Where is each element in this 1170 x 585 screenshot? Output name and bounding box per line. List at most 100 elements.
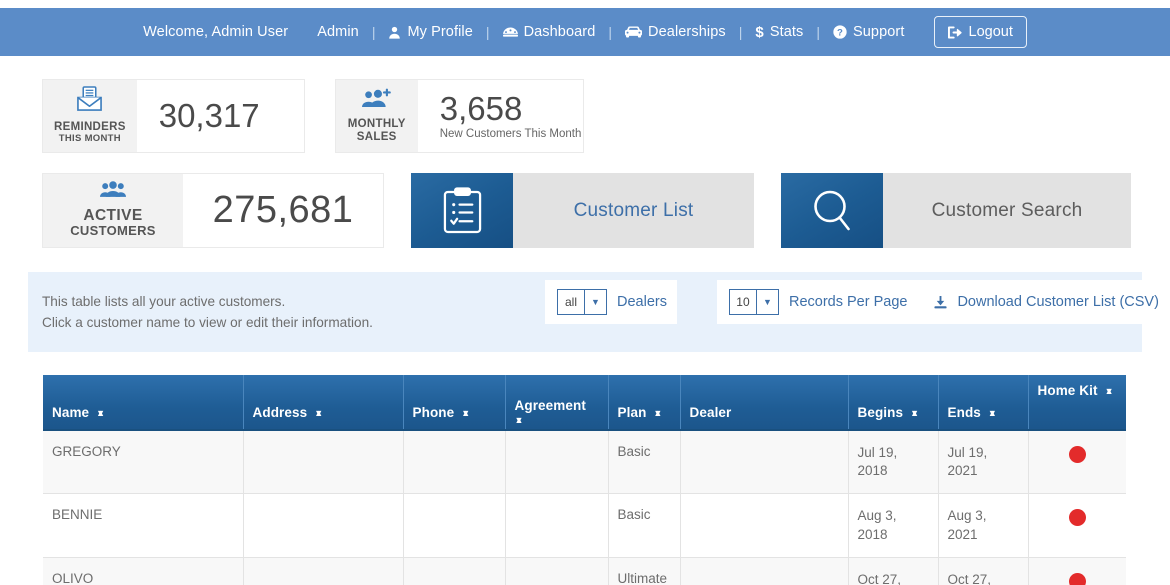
nav-separator: | bbox=[372, 24, 376, 40]
chevron-down-icon: ▼ bbox=[756, 290, 778, 314]
column-label-name: Name bbox=[52, 405, 89, 420]
users-icon bbox=[100, 181, 126, 203]
stat-value-active-box: 275,681 bbox=[183, 174, 383, 247]
begins-date-line1: Oct 27, bbox=[858, 572, 902, 585]
column-label-home-kit: Home Kit bbox=[1038, 383, 1098, 398]
customer-table-wrapper: Name▲▼ Address▲▼ Phone▲▼ Agreement▲▼ Pla… bbox=[43, 375, 1126, 585]
question-circle-icon: ? bbox=[833, 25, 847, 39]
stat-value-sales-box: 3,658 New Customers This Month bbox=[418, 80, 583, 152]
nav-link-admin[interactable]: Admin bbox=[304, 24, 372, 40]
cell-dealer bbox=[680, 557, 848, 585]
cell-begins: Aug 3,2018 bbox=[848, 494, 938, 557]
info-line-2: Click a customer name to view or edit th… bbox=[42, 312, 373, 333]
dollar-icon: $ bbox=[755, 25, 763, 40]
customer-list-button[interactable]: Customer List bbox=[411, 173, 754, 248]
column-label-plan: Plan bbox=[618, 405, 647, 420]
customer-table-header: Name▲▼ Address▲▼ Phone▲▼ Agreement▲▼ Pla… bbox=[43, 375, 1126, 430]
cell-ends: Aug 3,2021 bbox=[938, 494, 1028, 557]
info-line-1: This table lists all your active custome… bbox=[42, 291, 373, 312]
nav-label-support: Support bbox=[853, 24, 905, 40]
nav-link-support[interactable]: ? Support bbox=[820, 24, 918, 40]
cell-name[interactable]: BENNIE bbox=[43, 494, 243, 557]
customer-search-label: Customer Search bbox=[883, 173, 1131, 248]
cell-ends: Oct 27,2021 bbox=[938, 557, 1028, 585]
table-row[interactable]: GREGORY Basic Jul 19, 2018 Jul 19,2021 bbox=[43, 430, 1126, 494]
dealers-select[interactable]: all ▼ bbox=[557, 289, 607, 315]
mail-document-icon bbox=[76, 86, 103, 117]
records-per-page-group: 10 ▼ Records Per Page bbox=[717, 280, 917, 324]
download-csv-button[interactable]: Download Customer List (CSV) bbox=[917, 280, 1170, 324]
nav-link-stats[interactable]: $ Stats bbox=[742, 24, 816, 40]
customer-search-button[interactable]: Customer Search bbox=[781, 173, 1131, 248]
stat-card-active-customers: ACTIVE CUSTOMERS 275,681 bbox=[42, 173, 384, 248]
status-dot-icon bbox=[1069, 446, 1086, 463]
cell-begins: Oct 27,2018 bbox=[848, 557, 938, 585]
column-header-home-kit[interactable]: Home Kit▲▼ bbox=[1028, 375, 1126, 430]
column-label-agreement: Agreement bbox=[515, 398, 586, 413]
logout-label: Logout bbox=[969, 24, 1013, 40]
nav-link-dashboard[interactable]: Dashboard bbox=[490, 24, 609, 40]
column-header-phone[interactable]: Phone▲▼ bbox=[403, 375, 505, 430]
ends-date-line1: Aug 3, bbox=[948, 508, 987, 523]
cell-address bbox=[243, 557, 403, 585]
cell-ends: Jul 19,2021 bbox=[938, 430, 1028, 494]
table-row[interactable]: OLIVO Ultimate Oct 27,2018 Oct 27,2021 bbox=[43, 557, 1126, 585]
download-csv-label: Download Customer List (CSV) bbox=[957, 294, 1158, 310]
cell-agreement bbox=[505, 494, 608, 557]
table-header-row: Name▲▼ Address▲▼ Phone▲▼ Agreement▲▼ Pla… bbox=[43, 375, 1126, 430]
stat-label-reminders: REMINDERS THIS MONTH bbox=[43, 80, 137, 152]
table-controls: all ▼ Dealers 10 ▼ Records Per Page Down… bbox=[545, 280, 1170, 324]
clipboard-list-icon bbox=[411, 173, 513, 248]
car-icon bbox=[625, 26, 642, 38]
nav-label-my-profile: My Profile bbox=[407, 24, 472, 40]
stat-reminders-line2: THIS MONTH bbox=[59, 134, 121, 145]
cell-plan: Basic bbox=[608, 430, 680, 494]
column-header-ends[interactable]: Ends▲▼ bbox=[938, 375, 1028, 430]
nav-separator: | bbox=[739, 24, 743, 40]
stat-value-active-customers: 275,681 bbox=[213, 189, 354, 232]
cell-phone bbox=[403, 430, 505, 494]
top-navbar: Welcome, Admin User Admin | My Profile |… bbox=[0, 8, 1170, 56]
cell-plan: Basic bbox=[608, 494, 680, 557]
cell-address bbox=[243, 494, 403, 557]
nav-separator: | bbox=[608, 24, 612, 40]
stat-sales-line1: MONTHLY bbox=[348, 118, 406, 131]
nav-label-dealerships: Dealerships bbox=[648, 24, 726, 40]
cell-name[interactable]: GREGORY bbox=[43, 430, 243, 494]
actions-row: ACTIVE CUSTOMERS 275,681 Customer List bbox=[42, 173, 1131, 248]
stat-value-monthly-sales: 3,658 bbox=[440, 92, 561, 127]
ends-date-line2: 2021 bbox=[948, 463, 978, 478]
stat-card-monthly-sales: MONTHLY SALES 3,658 New Customers This M… bbox=[335, 79, 584, 153]
cell-name[interactable]: OLIVO bbox=[43, 557, 243, 585]
records-per-page-label: Records Per Page bbox=[789, 294, 907, 310]
column-header-dealer[interactable]: Dealer bbox=[680, 375, 848, 430]
logout-icon bbox=[948, 26, 962, 39]
column-header-agreement[interactable]: Agreement▲▼ bbox=[505, 375, 608, 430]
records-per-page-select[interactable]: 10 ▼ bbox=[729, 289, 779, 315]
stat-card-reminders: REMINDERS THIS MONTH 30,317 bbox=[42, 79, 305, 153]
stat-value-reminders: 30,317 bbox=[159, 99, 282, 134]
cell-phone bbox=[403, 494, 505, 557]
info-bar-text: This table lists all your active custome… bbox=[28, 291, 373, 333]
column-header-plan[interactable]: Plan▲▼ bbox=[608, 375, 680, 430]
status-dot-icon bbox=[1069, 509, 1086, 526]
nav-link-dealerships[interactable]: Dealerships bbox=[612, 24, 739, 40]
nav-separator: | bbox=[486, 24, 490, 40]
cell-agreement bbox=[505, 557, 608, 585]
svg-text:?: ? bbox=[837, 27, 843, 38]
column-header-begins[interactable]: Begins▲▼ bbox=[848, 375, 938, 430]
dealers-select-label: Dealers bbox=[617, 294, 667, 310]
column-label-dealer: Dealer bbox=[690, 405, 732, 420]
begins-date-line2: 2018 bbox=[858, 463, 888, 478]
ends-date-line1: Oct 27, bbox=[948, 572, 992, 585]
stat-active-line1: ACTIVE bbox=[83, 207, 142, 224]
stat-label-active-customers: ACTIVE CUSTOMERS bbox=[43, 174, 183, 247]
user-icon bbox=[388, 26, 401, 39]
column-header-name[interactable]: Name▲▼ bbox=[43, 375, 243, 430]
logout-button[interactable]: Logout bbox=[934, 16, 1027, 48]
column-label-ends: Ends bbox=[948, 405, 981, 420]
column-header-address[interactable]: Address▲▼ bbox=[243, 375, 403, 430]
nav-link-my-profile[interactable]: My Profile bbox=[375, 24, 485, 40]
begins-date-line1: Jul 19, bbox=[858, 445, 898, 460]
table-row[interactable]: BENNIE Basic Aug 3,2018 Aug 3,2021 bbox=[43, 494, 1126, 557]
